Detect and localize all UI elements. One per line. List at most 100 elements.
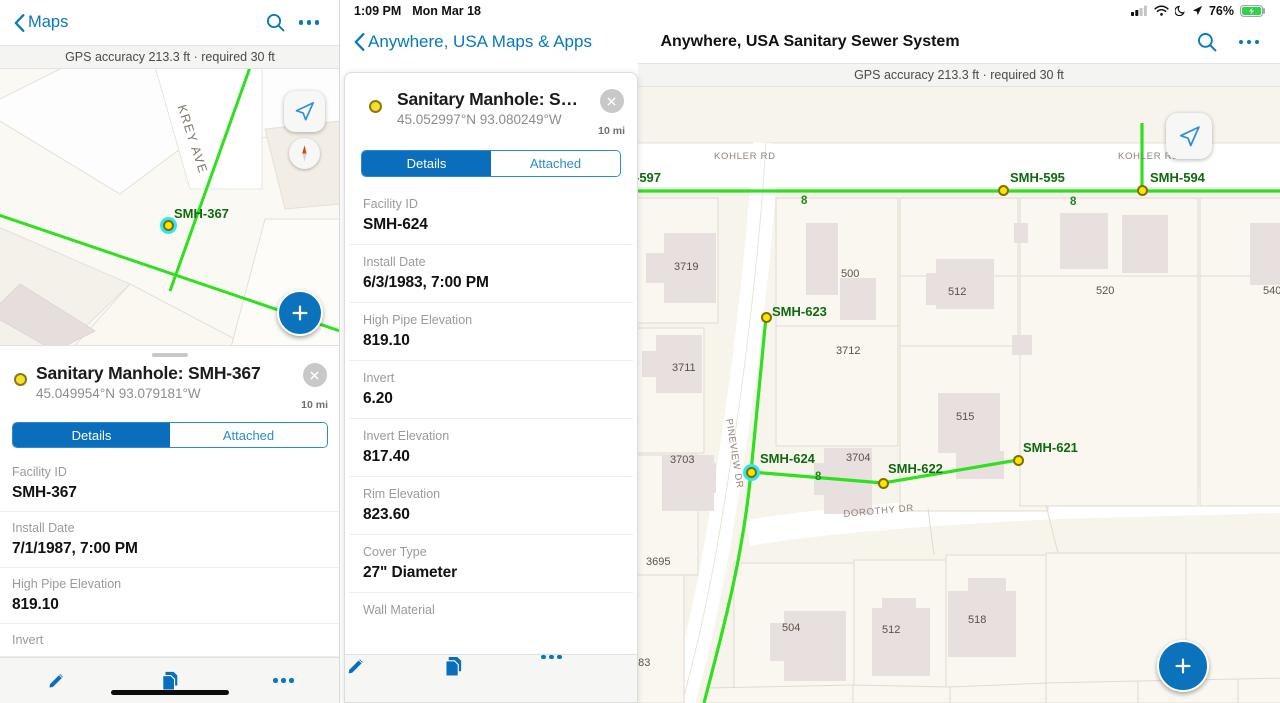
feature-coordinates: 45.052997°N 93.080249°W [397,112,562,127]
tab-details[interactable]: Details [362,151,491,176]
tablet-map-canvas[interactable]: -597 SMH-595 SMH-594 SMH-623 SMH-624 SMH… [638,63,1280,703]
field-row[interactable]: Wall Material [349,593,633,627]
feature-distance: 10 mi [598,125,625,137]
phone-card-titles: Sanitary Manhole: SMH-367 45.049954°N 93… [36,363,295,401]
battery-charging-icon [1240,4,1265,17]
field-label: High Pipe Elevation [12,577,122,591]
field-value: 823.60 [363,506,410,523]
field-row[interactable]: Invert Elevation 817.40 [349,419,633,477]
field-row[interactable]: Facility ID SMH-624 [349,187,633,245]
manhole-node-smh-595[interactable] [998,185,1009,196]
manhole-node-smh-622[interactable] [878,478,889,489]
phone-copy-button[interactable] [113,658,227,703]
parcel-address: 512 [882,624,901,636]
field-row[interactable]: Cover Type 27" Diameter [349,535,633,593]
phone-add-feature-button[interactable] [277,290,323,336]
field-row[interactable]: Install Date 6/3/1983, 7:00 PM [349,245,633,303]
tab-attached[interactable]: Attached [491,151,620,176]
manhole-label: SMH-622 [888,461,943,476]
more-icon [273,678,294,683]
street-label-kohler-rd-west: KOHLER RD [714,151,776,162]
field-label: Invert [12,633,44,647]
field-label: Facility ID [12,465,67,479]
phone-search-button[interactable] [258,6,292,40]
phone-edit-button[interactable] [0,658,113,703]
chevron-left-icon [14,13,25,32]
tablet-navigation-bar: Anywhere, USA Maps & Apps [340,21,1280,63]
popover-more-button[interactable] [541,654,637,703]
phone-field-list[interactable]: Facility ID SMH-367 Install Date 7/1/198… [0,456,339,657]
compass-icon [302,145,307,162]
phone-pane: Maps GPS accuracy 213.3 ft · required 30… [0,0,340,703]
field-label: Install Date [12,521,75,535]
phone-more-toolbar-button[interactable] [227,658,339,703]
field-row[interactable]: Install Date 7/1/1987, 7:00 PM [0,512,339,568]
back-label: Maps [28,13,69,31]
tab-details[interactable]: Details [13,423,170,447]
plus-icon [292,305,308,321]
manhole-node-smh-624[interactable] [746,467,757,478]
phone-gps-status: GPS accuracy 213.3 ft · required 30 ft [0,45,339,69]
tablet-pane: 1:09 PM Mon Mar 18 76% Anywhere, USA Map… [340,0,1280,703]
manhole-node-smh-367[interactable] [163,220,174,231]
field-row[interactable]: Facility ID SMH-367 [0,456,339,512]
manhole-label: -597 [638,170,662,185]
field-label: Invert [363,371,395,385]
manhole-node-smh-621[interactable] [1013,455,1024,466]
copy-icon [162,671,178,691]
manhole-label-smh-367: SMH-367 [174,206,229,221]
field-row[interactable]: Rim Elevation 823.60 [349,477,633,535]
popover-copy-button[interactable] [443,655,541,703]
back-to-maps-apps-button[interactable]: Anywhere, USA Maps & Apps [354,32,592,52]
phone-bottom-toolbar [0,657,339,703]
tablet-search-button[interactable] [1190,25,1224,59]
tab-attached[interactable]: Attached [170,423,327,447]
tablet-gps-status: GPS accuracy 213.3 ft · required 30 ft [638,63,1280,87]
phone-card-tabs: Details Attached [12,422,328,448]
field-value: 817.40 [363,448,410,465]
phone-map-canvas[interactable]: KREY AVE SMH-367 [0,69,339,351]
field-row[interactable]: High Pipe Elevation 819.10 [349,303,633,361]
field-value: 7/1/1987, 7:00 PM [12,540,138,557]
pipe-size-label: 8 [1070,196,1077,208]
phone-more-button[interactable] [292,6,326,40]
phone-home-indicator [111,690,229,695]
location-arrow-icon [295,102,314,121]
manhole-label: SMH-594 [1150,170,1205,185]
popover-header: Sanitary Manhole: SMH-... 45.052997°N 93… [345,73,637,137]
tablet-feature-popover: Sanitary Manhole: SMH-... 45.052997°N 93… [344,72,638,703]
popover-field-list[interactable]: Facility ID SMH-624 Install Date 6/3/198… [345,187,637,627]
parcel-address: 3703 [670,454,695,466]
field-row[interactable]: High Pipe Elevation 819.10 [0,568,339,624]
status-time: 1:09 PM [354,3,402,18]
parcel-address: 683 [638,657,651,669]
phone-card-close-button[interactable] [302,363,327,387]
field-value: 6/3/1983, 7:00 PM [363,274,489,291]
phone-compass-button[interactable] [289,138,320,169]
location-arrow-icon [1179,125,1200,146]
field-label: High Pipe Elevation [363,313,473,327]
field-label: Wall Material [363,603,435,617]
tablet-add-feature-button[interactable] [1157,640,1209,692]
status-date: Mon Mar 18 [412,3,482,18]
back-to-maps-button[interactable]: Maps [14,13,68,32]
tablet-locate-button[interactable] [1166,113,1212,159]
manhole-node-smh-594[interactable] [1137,185,1148,196]
field-label: Cover Type [363,545,427,559]
pencil-icon [49,674,63,688]
phone-locate-button[interactable] [284,91,325,132]
more-icon [1238,39,1260,45]
field-row[interactable]: Invert 6.20 [349,361,633,419]
chevron-left-icon [354,33,365,51]
parcel-address: 3712 [836,345,861,357]
manhole-node-smh-623[interactable] [761,312,772,323]
field-label: Facility ID [363,197,418,211]
manhole-symbol-icon [369,100,382,113]
parcel-address: 518 [968,614,987,626]
popover-edit-button[interactable] [345,655,443,703]
field-row[interactable]: Invert [0,624,339,657]
popover-close-button[interactable] [599,89,624,113]
tablet-more-button[interactable] [1232,25,1266,59]
manhole-symbol-icon [14,373,27,386]
manhole-label: SMH-621 [1023,440,1078,455]
